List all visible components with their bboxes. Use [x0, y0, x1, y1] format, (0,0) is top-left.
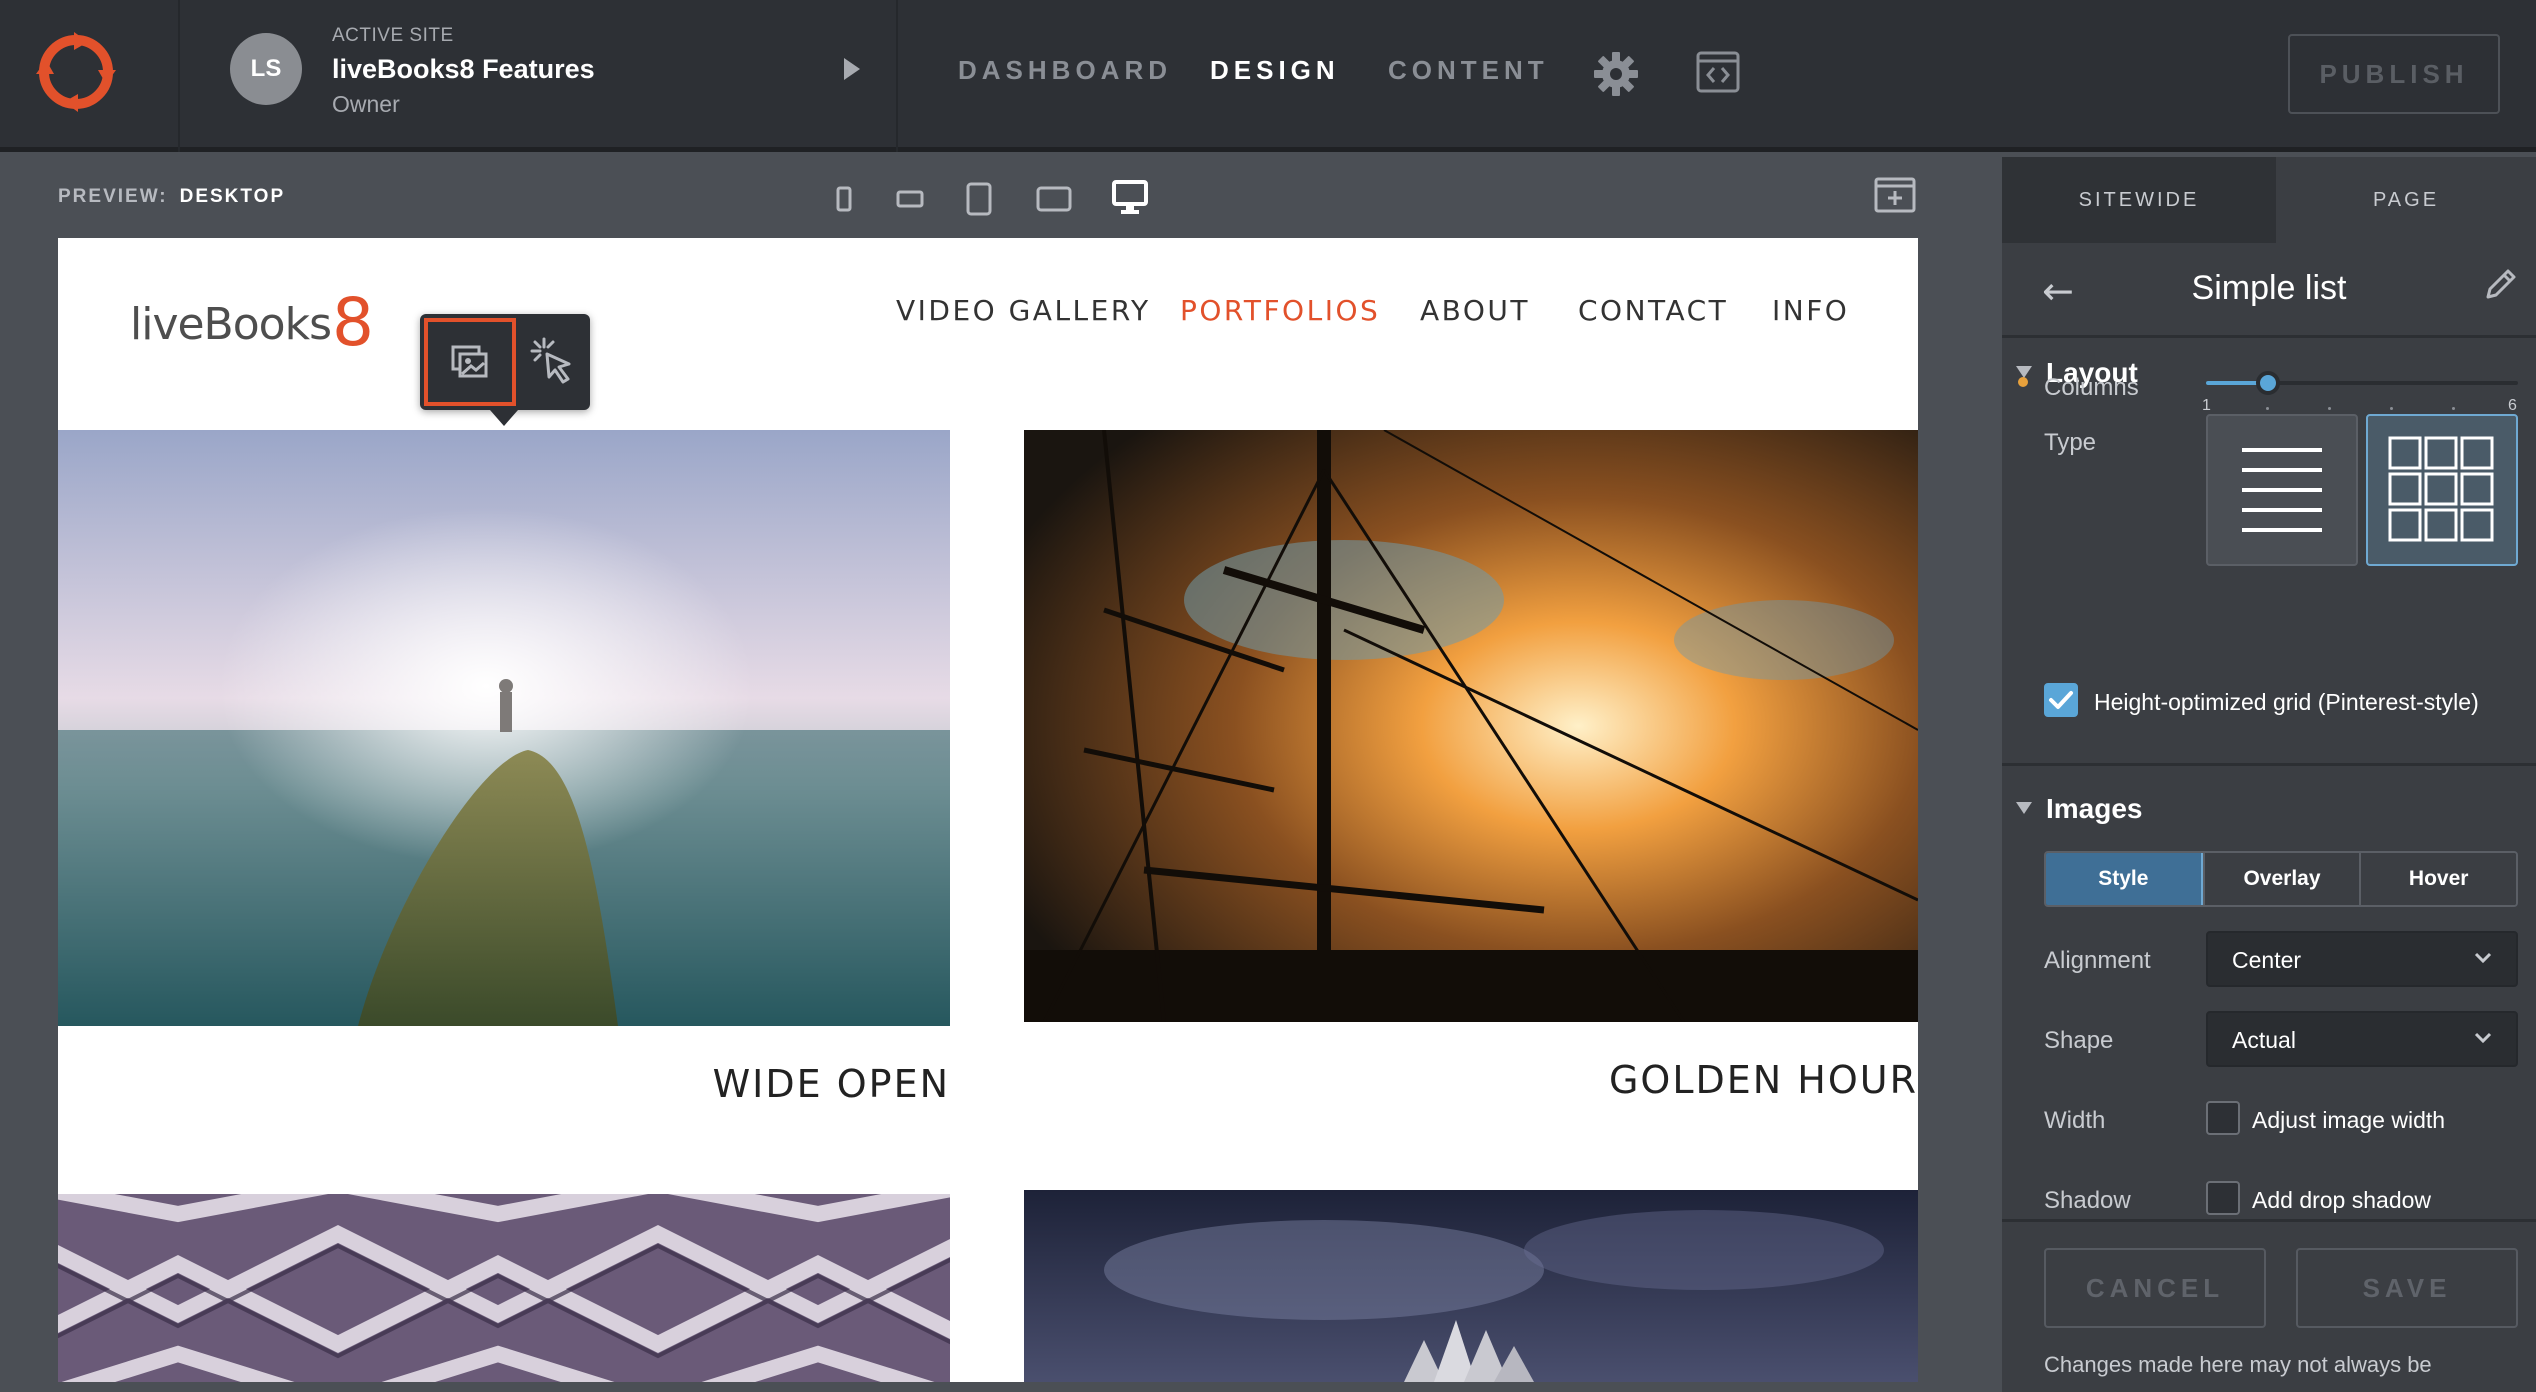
footer-note: Changes made here may not always be	[2044, 1352, 2432, 1377]
pencil-edit-icon[interactable]	[2482, 267, 2518, 303]
nav-tab-design[interactable]: DESIGN	[1210, 55, 1340, 86]
site-nav-contact[interactable]: CONTACT	[1578, 294, 1728, 327]
columns-slider-handle[interactable]	[2256, 371, 2281, 395]
slider-tick	[2452, 407, 2455, 410]
layout-type-grid-option[interactable]	[2366, 414, 2518, 566]
site-nav-info[interactable]: INFO	[1772, 294, 1849, 327]
drop-shadow-checkbox[interactable]	[2206, 1181, 2240, 1215]
columns-min-label: 1	[2202, 397, 2211, 414]
site-nav-portfolios[interactable]: PORTFOLIOS	[1180, 294, 1380, 327]
modified-indicator-dot	[2018, 377, 2028, 387]
caption-wide-open: WIDE OPEN	[712, 1062, 950, 1106]
height-optimized-checkbox[interactable]	[2044, 683, 2078, 717]
select-element-button[interactable]	[522, 326, 582, 396]
divider	[2002, 335, 2536, 338]
tablet-landscape-icon[interactable]	[1036, 186, 1072, 212]
portfolio-image-golden-hour[interactable]	[1024, 430, 1918, 1022]
divider	[896, 0, 898, 152]
phone-portrait-icon[interactable]	[836, 186, 852, 212]
preview-caption: PREVIEW:	[58, 186, 168, 207]
preview-label: PREVIEW: DESKTOP	[58, 186, 285, 208]
publish-button[interactable]: PUBLISH	[2288, 34, 2500, 114]
shape-value: Actual	[2232, 1027, 2296, 1053]
site-brand-logo[interactable]: liveBooks8	[130, 278, 374, 361]
shadow-label: Shadow	[2044, 1187, 2131, 1214]
images-tab-style[interactable]: Style	[2046, 853, 2203, 905]
alignment-label: Alignment	[2044, 947, 2151, 974]
portfolio-image-wide-open[interactable]	[58, 430, 950, 1026]
columns-max-label: 6	[2508, 397, 2517, 414]
brand-number: 8	[332, 284, 374, 361]
add-section-icon[interactable]	[1874, 177, 1916, 213]
cursor-click-icon	[530, 337, 571, 384]
images-tab-hover[interactable]: Hover	[2359, 853, 2516, 905]
site-preview-canvas[interactable]: liveBooks8 VIDEO GALLERY PORTFOLIOS ABOU…	[58, 238, 1918, 1382]
portfolio-image-storm[interactable]	[1024, 1190, 1918, 1382]
nav-tab-content[interactable]: CONTENT	[1388, 55, 1549, 86]
portfolio-image-lattice[interactable]	[58, 1194, 950, 1382]
width-label: Width	[2044, 1107, 2106, 1134]
list-layout-icon	[2242, 448, 2322, 532]
preview-mode: DESKTOP	[179, 186, 286, 207]
images-tab-overlay[interactable]: Overlay	[2202, 853, 2360, 905]
drop-shadow-label[interactable]: Add drop shadow	[2252, 1187, 2431, 1214]
chevron-down-icon	[2474, 1032, 2492, 1044]
active-site-caption: ACTIVE SITE	[332, 25, 454, 46]
avatar[interactable]: LS	[230, 33, 302, 105]
site-nav-video-gallery[interactable]: VIDEO GALLERY	[896, 294, 1151, 327]
settings-panel: SITEWIDE PAGE ← Simple list Layout Type	[2002, 157, 2536, 1392]
top-bar: LS ACTIVE SITE liveBooks8 Features Owner…	[0, 0, 2536, 152]
adjust-width-checkbox[interactable]	[2206, 1101, 2240, 1135]
panel-title: Simple list	[2191, 269, 2347, 307]
images-tab-group: Style Overlay Hover	[2044, 851, 2518, 907]
site-nav-about[interactable]: ABOUT	[1420, 294, 1530, 327]
brand-text: liveBooks	[130, 299, 332, 350]
columns-slider[interactable]	[2206, 371, 2518, 395]
phone-landscape-icon[interactable]	[896, 190, 924, 208]
popover-arrow	[490, 410, 518, 426]
slider-tick	[2266, 407, 2269, 410]
type-label: Type	[2044, 429, 2097, 456]
site-name[interactable]: liveBooks8 Features	[332, 54, 595, 85]
alignment-value: Center	[2232, 947, 2302, 973]
layout-type-list-option[interactable]	[2206, 414, 2358, 566]
divider	[2002, 763, 2536, 766]
alignment-select[interactable]: Center	[2206, 931, 2518, 987]
columns-label: Columns	[2044, 374, 2139, 401]
edit-images-button[interactable]	[424, 318, 516, 406]
grid-layout-icon	[2388, 436, 2494, 542]
tab-page[interactable]: PAGE	[2276, 157, 2536, 243]
slider-tick	[2328, 407, 2331, 410]
save-button[interactable]: SAVE	[2296, 1248, 2518, 1328]
desktop-icon[interactable]	[1112, 180, 1148, 216]
images-heading: Images	[2046, 793, 2143, 824]
panel-footer: CANCEL SAVE Changes made here may not al…	[2002, 1219, 2536, 1392]
slider-tick	[2390, 407, 2393, 410]
shape-label: Shape	[2044, 1027, 2114, 1054]
images-icon	[451, 345, 488, 378]
tab-sitewide[interactable]: SITEWIDE	[2002, 157, 2276, 243]
site-role: Owner	[332, 91, 400, 117]
shape-select[interactable]: Actual	[2206, 1011, 2518, 1067]
caption-golden-hour: GOLDEN HOUR	[1608, 1058, 1918, 1102]
nav-tab-dashboard[interactable]: DASHBOARD	[958, 55, 1172, 86]
adjust-width-label[interactable]: Adjust image width	[2252, 1107, 2445, 1134]
livebooks-logo-icon[interactable]	[36, 32, 116, 112]
tablet-portrait-icon[interactable]	[966, 182, 992, 216]
element-toolbar-popover	[420, 314, 590, 410]
cancel-button[interactable]: CANCEL	[2044, 1248, 2266, 1328]
code-embed-icon[interactable]	[1696, 50, 1740, 94]
checkmark-icon	[2049, 691, 2073, 709]
divider	[178, 0, 180, 152]
images-section-header[interactable]: Images	[2016, 793, 2143, 825]
gear-icon[interactable]	[1592, 50, 1640, 98]
height-optimized-label[interactable]: Height-optimized grid (Pinterest-style)	[2094, 689, 2479, 716]
site-switch-arrow-icon[interactable]	[844, 58, 860, 80]
chevron-down-icon	[2474, 952, 2492, 964]
